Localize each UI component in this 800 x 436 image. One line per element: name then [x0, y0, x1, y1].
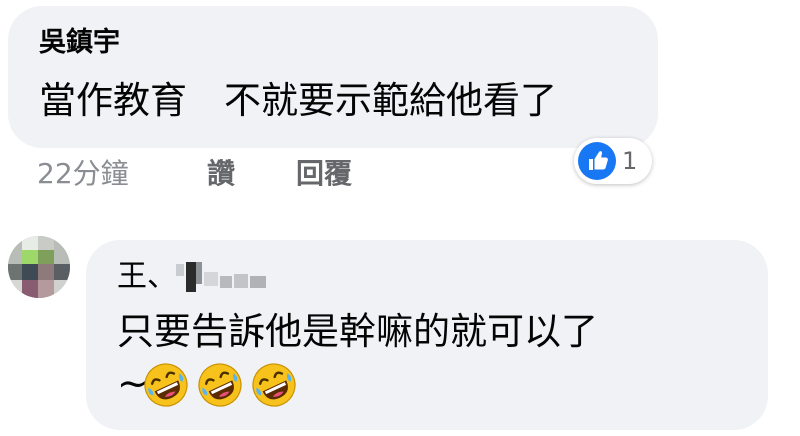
like-button[interactable]: 讚 — [207, 154, 235, 194]
comment-timestamp[interactable]: 22分鐘 — [37, 154, 129, 194]
comment-author-name[interactable]: 吳鎮宇 — [39, 26, 120, 60]
comment-text: 當作教育 不就要示範給他看了 — [39, 79, 557, 122]
comment-author-name[interactable]: 王、 — [117, 258, 177, 296]
rolling-on-floor-laughing-icon — [143, 362, 189, 408]
reaction-summary[interactable]: 1 — [574, 138, 652, 184]
reply-button[interactable]: 回覆 — [296, 154, 352, 194]
redacted-name-mosaic — [176, 262, 268, 292]
rolling-on-floor-laughing-icon — [197, 362, 243, 408]
comment-text: 只要告訴他是幹嘛的就可以了 — [117, 310, 598, 353]
comment-thread: 吳鎮宇 當作教育 不就要示範給他看了 22分鐘 讚 回覆 1 王、 只要告訴他是… — [0, 0, 800, 436]
thumbs-up-icon — [578, 142, 616, 180]
rolling-on-floor-laughing-icon — [251, 362, 297, 408]
avatar[interactable] — [8, 236, 70, 298]
reaction-count: 1 — [622, 147, 638, 175]
